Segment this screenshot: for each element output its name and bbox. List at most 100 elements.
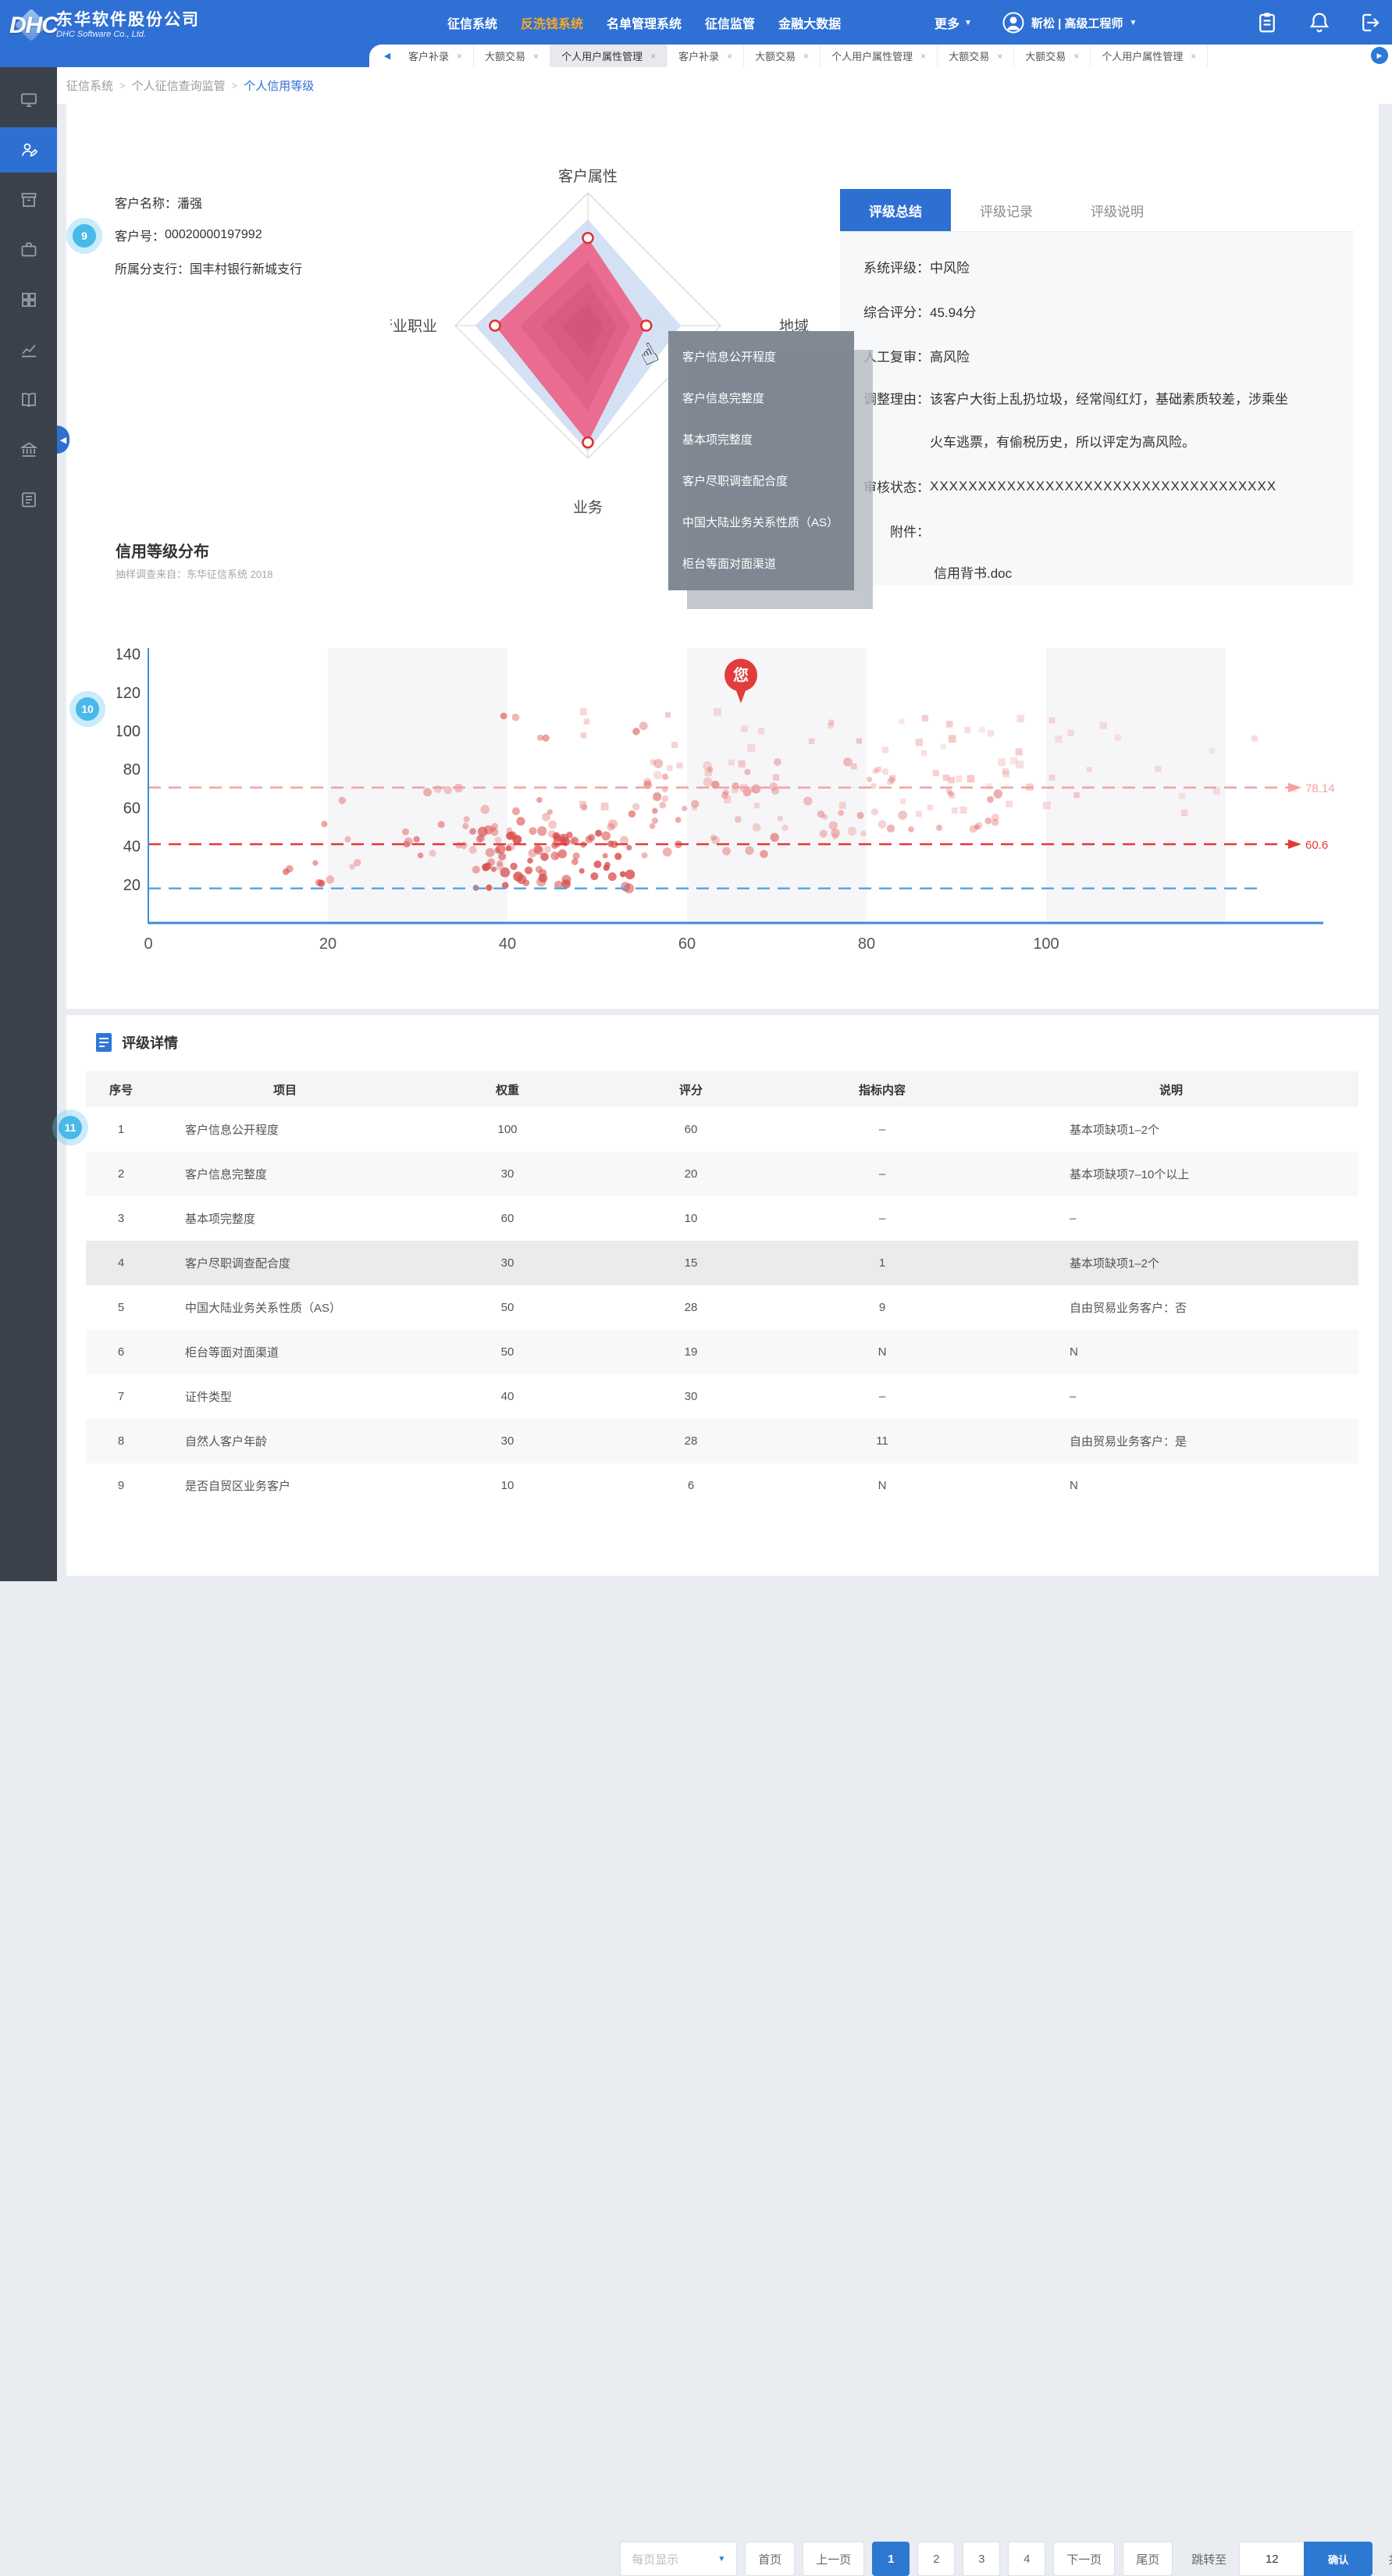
- hover-menu-item[interactable]: 基本项完整度: [668, 419, 854, 460]
- attachment-file[interactable]: 信用背书.doc: [860, 553, 1354, 590]
- page-button-3[interactable]: 3: [963, 2542, 1000, 2576]
- user-account[interactable]: 靳松 | 高级工程师 ▼: [1002, 0, 1137, 45]
- table-row[interactable]: 1客户信息公开程度10060–基本项缺项1–2个: [86, 1107, 1358, 1152]
- table-row[interactable]: 6柜台等面对面渠道5019NN: [86, 1330, 1358, 1374]
- tab-个人用户属性管理[interactable]: 个人用户属性管理×: [821, 45, 938, 67]
- table-row[interactable]: 3基本项完整度6010––: [86, 1196, 1358, 1241]
- cell: 100: [414, 1107, 601, 1152]
- sidebar-item-chart[interactable]: [0, 327, 57, 372]
- menu-item-征信监管[interactable]: 征信监管: [705, 13, 755, 32]
- menu-item-more[interactable]: 更多 ▼: [935, 0, 972, 45]
- tab-大额交易[interactable]: 大额交易×: [938, 45, 1014, 67]
- sidebar-item-archive[interactable]: [0, 177, 57, 223]
- cell: 11: [781, 1419, 984, 1463]
- jump-page-input[interactable]: [1239, 2542, 1305, 2576]
- prev-page-button[interactable]: 上一页: [803, 2542, 864, 2576]
- hover-menu-item[interactable]: 客户尽职调查配合度: [668, 460, 854, 501]
- page-button-1[interactable]: 1: [872, 2542, 910, 2576]
- close-icon[interactable]: ×: [1191, 51, 1196, 62]
- hover-menu-item[interactable]: 中国大陆业务关系性质（AS）: [668, 501, 854, 543]
- cell: 10: [601, 1196, 781, 1241]
- sidebar-item-briefcase[interactable]: [0, 227, 57, 273]
- radar-hover-menu: 客户信息公开程度客户信息完整度基本项完整度客户尽职调查配合度中国大陆业务关系性质…: [668, 331, 854, 590]
- tab-大额交易[interactable]: 大额交易×: [1014, 45, 1091, 67]
- sidebar-item-bank[interactable]: [0, 427, 57, 472]
- close-icon[interactable]: ×: [1073, 51, 1079, 62]
- cell: 1: [86, 1107, 156, 1152]
- hover-menu-item[interactable]: 客户信息公开程度: [668, 336, 854, 377]
- tab-客户补录[interactable]: 客户补录×: [668, 45, 744, 67]
- menu-item-金融大数据[interactable]: 金融大数据: [778, 13, 841, 32]
- table-row[interactable]: 7证件类型4030––: [86, 1374, 1358, 1419]
- tab-个人用户属性管理[interactable]: 个人用户属性管理×: [1091, 45, 1208, 67]
- close-icon[interactable]: ×: [997, 51, 1002, 62]
- close-icon[interactable]: ×: [533, 51, 539, 62]
- table-row[interactable]: 2客户信息完整度3020–基本项缺项7–10个以上: [86, 1152, 1358, 1196]
- logout-icon[interactable]: [1358, 11, 1382, 34]
- field-value: XXXXXXXXXXXXXXXXXXXXXXXXXXXXXXXXXXXX: [930, 479, 1276, 494]
- tabs-scroll-right-icon[interactable]: ▶: [1371, 47, 1388, 64]
- page-button-4[interactable]: 4: [1008, 2542, 1045, 2576]
- pagination: 每页显示 ▼ 首页 上一页 1234 下一页 尾页 跳转至 确认 共12页: [66, 2542, 1392, 2576]
- menu-item-名单管理系统[interactable]: 名单管理系统: [607, 13, 682, 32]
- tab-大额交易[interactable]: 大额交易×: [744, 45, 821, 67]
- book-icon: [20, 390, 38, 409]
- panel-field: 人工复审：高风险: [860, 333, 1354, 378]
- breadcrumb-item[interactable]: 个人征信查询监管: [132, 77, 226, 94]
- panel-tab-评级说明[interactable]: 评级说明: [1062, 189, 1173, 231]
- logo-text: DHC: [9, 12, 58, 39]
- close-icon[interactable]: ×: [803, 51, 809, 62]
- table-row[interactable]: 9是否自贸区业务客户106NN: [86, 1463, 1358, 1508]
- customer-row: 客户号：00020000197992: [115, 219, 302, 251]
- breadcrumb-item[interactable]: 征信系统: [66, 77, 113, 94]
- sidebar-item-grid[interactable]: [0, 277, 57, 322]
- confirm-button[interactable]: 确认: [1304, 2542, 1372, 2576]
- y-tick-label: 120: [117, 685, 141, 702]
- close-icon[interactable]: ×: [650, 51, 656, 62]
- table-row[interactable]: 5中国大陆业务关系性质（AS）50289自由贸易业务客户：否: [86, 1285, 1358, 1330]
- grid-icon: [20, 290, 38, 309]
- first-page-button[interactable]: 首页: [745, 2542, 795, 2576]
- panel-tab-评级总结[interactable]: 评级总结: [840, 189, 951, 231]
- close-icon[interactable]: ×: [727, 51, 732, 62]
- page-button-2[interactable]: 2: [917, 2542, 955, 2576]
- cell: 7: [86, 1374, 156, 1419]
- table-row[interactable]: 4客户尽职调查配合度30151基本项缺项1–2个: [86, 1241, 1358, 1285]
- last-page-button[interactable]: 尾页: [1123, 2542, 1173, 2576]
- cell: 是否自贸区业务客户: [156, 1463, 414, 1508]
- sidebar-item-book[interactable]: [0, 377, 57, 422]
- cell: N: [781, 1330, 984, 1374]
- column-header-项目: 项目: [156, 1071, 414, 1107]
- breadcrumb-separator: >: [232, 80, 238, 91]
- field-value: 高风险: [930, 346, 970, 365]
- tab-客户补录[interactable]: 客户补录×: [397, 45, 474, 67]
- hover-menu-item[interactable]: 柜台等面对面渠道: [668, 543, 854, 584]
- chevron-down-icon: ▼: [964, 19, 972, 27]
- sidebar-item-user-edit[interactable]: [0, 127, 57, 173]
- hover-menu-item[interactable]: 客户信息完整度: [668, 377, 854, 419]
- close-icon[interactable]: ×: [457, 51, 462, 62]
- cell: 5: [86, 1285, 156, 1330]
- menu-item-征信系统[interactable]: 征信系统: [447, 13, 497, 32]
- close-icon[interactable]: ×: [920, 51, 926, 62]
- customer-value: 潘强: [177, 193, 202, 212]
- table-row[interactable]: 8自然人客户年龄302811自由贸易业务客户：是: [86, 1419, 1358, 1463]
- bell-icon[interactable]: [1308, 11, 1331, 34]
- tab-个人用户属性管理[interactable]: 个人用户属性管理×: [550, 45, 668, 67]
- menu-item-反洗钱系统[interactable]: 反洗钱系统: [521, 13, 583, 32]
- sidebar-item-monitor[interactable]: [0, 77, 57, 123]
- tab-大额交易[interactable]: 大额交易×: [474, 45, 550, 67]
- open-tabs-bar: ◀ 客户补录×大额交易×个人用户属性管理×客户补录×大额交易×个人用户属性管理×…: [369, 45, 1392, 67]
- clipboard-icon[interactable]: [1255, 11, 1279, 34]
- sidebar-item-list[interactable]: [0, 477, 57, 522]
- panel-field: 综合评分：45.94分: [860, 289, 1354, 333]
- y-tick-label: 40: [123, 839, 141, 856]
- user-name: 靳松 | 高级工程师: [1031, 15, 1123, 31]
- next-page-button[interactable]: 下一页: [1053, 2542, 1115, 2576]
- panel-tab-评级记录[interactable]: 评级记录: [951, 189, 1062, 231]
- customer-row: 客户名称：潘强: [115, 186, 302, 219]
- per-page-select[interactable]: 每页显示 ▼: [620, 2542, 737, 2576]
- breadcrumb-item[interactable]: 个人信用等级: [244, 77, 314, 94]
- x-tick-label: 40: [499, 935, 516, 953]
- tabs-scroll-left-icon[interactable]: ◀: [377, 45, 397, 67]
